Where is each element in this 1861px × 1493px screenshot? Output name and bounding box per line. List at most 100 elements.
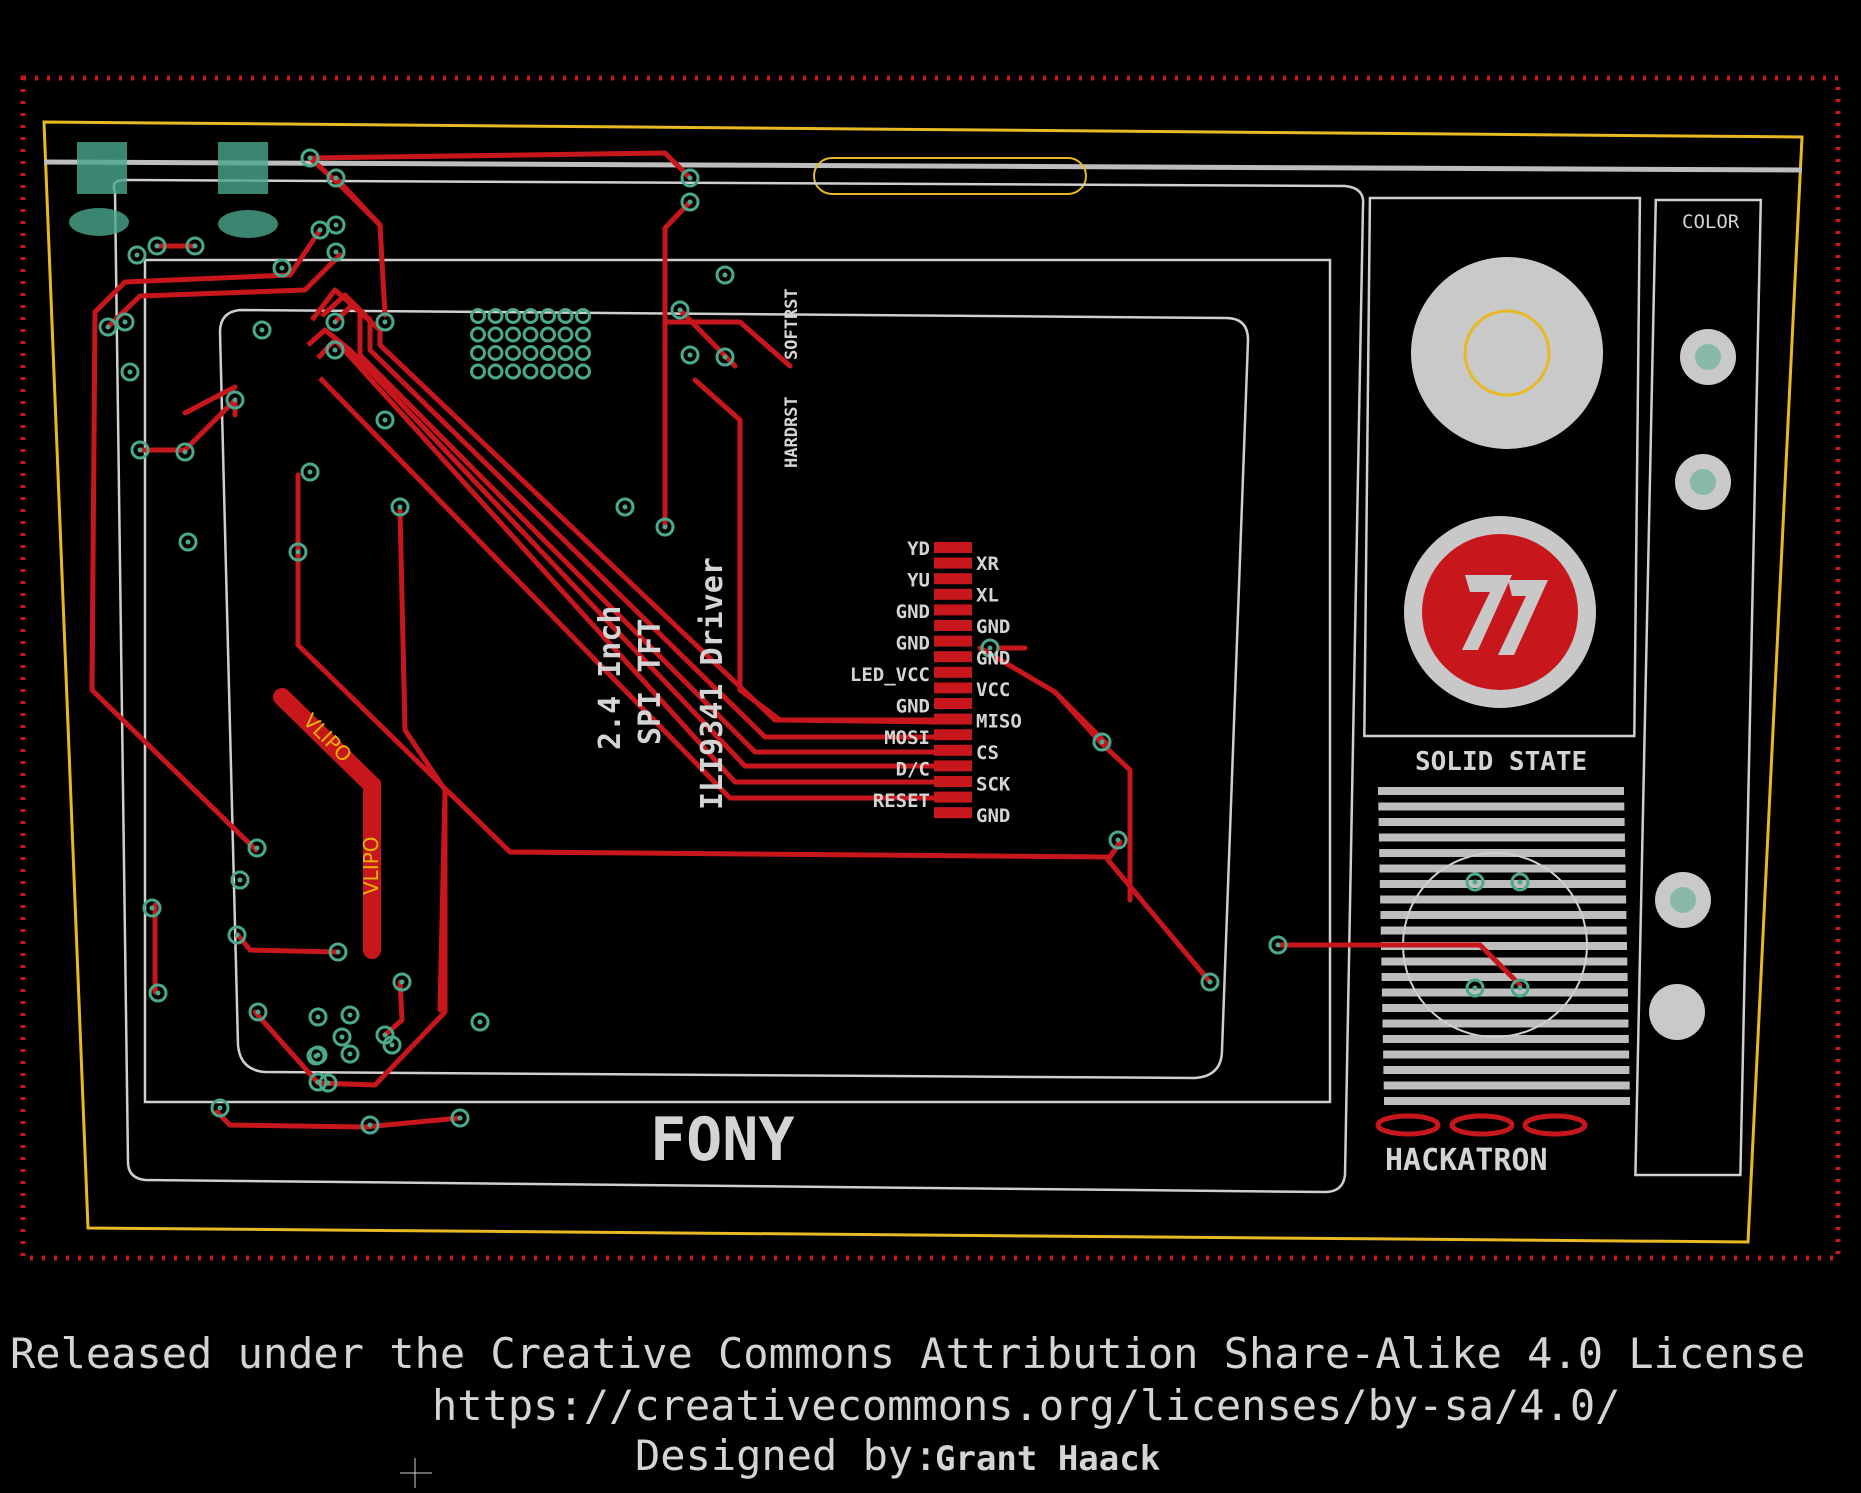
pin-label-right: GND xyxy=(976,616,1010,638)
connector-pad xyxy=(934,542,972,553)
via-hole xyxy=(192,243,198,249)
grid-via xyxy=(505,363,521,380)
display-title-2: SPI TFT xyxy=(633,619,668,745)
connector-pad xyxy=(934,791,972,803)
pin-label-right: MISO xyxy=(976,711,1022,733)
via-hole xyxy=(1472,879,1478,885)
via-hole xyxy=(662,524,668,530)
grid-via xyxy=(540,326,556,343)
grid-via xyxy=(487,345,504,361)
via-hole xyxy=(137,447,143,453)
side-knob-3-pad xyxy=(1670,887,1696,913)
pin-label-left: YU xyxy=(907,570,930,592)
via-hole xyxy=(1517,985,1523,991)
via-hole xyxy=(317,227,323,233)
via-hole xyxy=(134,252,140,258)
pin-label-left: GND xyxy=(896,633,930,655)
grille-slat xyxy=(1378,818,1625,826)
vias xyxy=(98,148,1530,1135)
connector-pad xyxy=(934,666,972,678)
via-hole xyxy=(399,979,405,985)
grid-via xyxy=(522,326,539,343)
solid-state-label: SOLID STATE xyxy=(1415,747,1587,777)
via-hole xyxy=(154,243,160,249)
copper-traces xyxy=(89,150,1523,1130)
pin-labels-right: XR XL GND GND VCC MISO CS SCK GND xyxy=(976,553,1022,827)
grid-via xyxy=(575,363,591,380)
grid-via xyxy=(505,326,521,343)
pin-label-left: YD xyxy=(907,538,930,560)
display-title-3: ILI9341 Driver xyxy=(695,557,730,810)
via-hole xyxy=(622,504,628,510)
via-hole xyxy=(313,1053,319,1059)
grid-via xyxy=(470,345,486,361)
via-hole xyxy=(367,1122,373,1128)
connector-pad xyxy=(934,588,972,600)
via-hole xyxy=(149,905,155,911)
grille-slat xyxy=(1383,1081,1630,1090)
via-hole xyxy=(307,155,313,161)
display-title-1: 2.4 Inch xyxy=(593,606,628,751)
brand-label: FONY xyxy=(650,1105,795,1175)
pin-label-right: VCC xyxy=(976,679,1010,701)
via-hole xyxy=(279,265,285,271)
via-hole xyxy=(234,932,240,938)
connector-pad xyxy=(934,729,972,741)
via-hole xyxy=(217,1105,223,1111)
via-hole xyxy=(127,369,133,375)
connector-pad xyxy=(934,620,972,631)
connector-pad xyxy=(934,776,972,787)
via-hole xyxy=(1517,879,1523,885)
side-knob-2-pad xyxy=(1690,469,1716,495)
via-hole xyxy=(122,319,128,325)
grid-via xyxy=(522,345,539,361)
grid-via xyxy=(575,308,591,324)
via-hole xyxy=(1275,942,1281,948)
via-hole xyxy=(332,347,338,353)
connector-pad xyxy=(934,760,972,772)
grid-via xyxy=(522,363,539,380)
via-hole xyxy=(339,1034,345,1040)
via-hole xyxy=(1099,739,1105,745)
via-hole xyxy=(382,1032,388,1038)
via-hole xyxy=(333,222,339,228)
grille-slat xyxy=(1378,802,1625,811)
connector-pad xyxy=(934,744,972,756)
grid-via xyxy=(557,345,574,361)
via-hole xyxy=(254,845,260,851)
via-hole xyxy=(1207,979,1213,985)
screen-crt xyxy=(218,308,1250,1080)
grid-via xyxy=(487,363,504,380)
via-hole xyxy=(259,327,265,333)
pin-label-left: D/C xyxy=(896,759,930,781)
via-hole xyxy=(155,990,161,996)
grille-slat xyxy=(1383,1066,1630,1074)
via-hole xyxy=(232,397,238,403)
logo-disk-inner xyxy=(1422,534,1578,690)
via-hole xyxy=(185,539,191,545)
via-hole xyxy=(182,449,188,455)
via-hole xyxy=(1472,985,1478,991)
grille-slat xyxy=(1383,1050,1630,1059)
tuner-knob xyxy=(1411,257,1603,449)
via-hole xyxy=(677,307,683,313)
pin-label-left: GND xyxy=(896,601,930,623)
via-hole xyxy=(1115,837,1121,843)
via-hole xyxy=(333,175,339,181)
via-hole xyxy=(315,1079,321,1085)
connector-pad xyxy=(934,557,972,569)
via-hole xyxy=(382,319,388,325)
via-hole xyxy=(237,877,243,883)
via-hole xyxy=(477,1019,483,1025)
via-hole xyxy=(722,354,728,360)
grille-slat xyxy=(1381,957,1628,966)
grille-slat xyxy=(1382,1019,1629,1028)
via-hole xyxy=(687,199,693,205)
via-hole xyxy=(332,319,338,325)
hardrst-label: HARDRST xyxy=(782,396,802,468)
pin-label-right: GND xyxy=(976,648,1010,670)
via-hole xyxy=(687,352,693,358)
connector-pad xyxy=(934,651,972,663)
side-knob-4 xyxy=(1649,984,1705,1040)
grid-via xyxy=(575,326,591,343)
